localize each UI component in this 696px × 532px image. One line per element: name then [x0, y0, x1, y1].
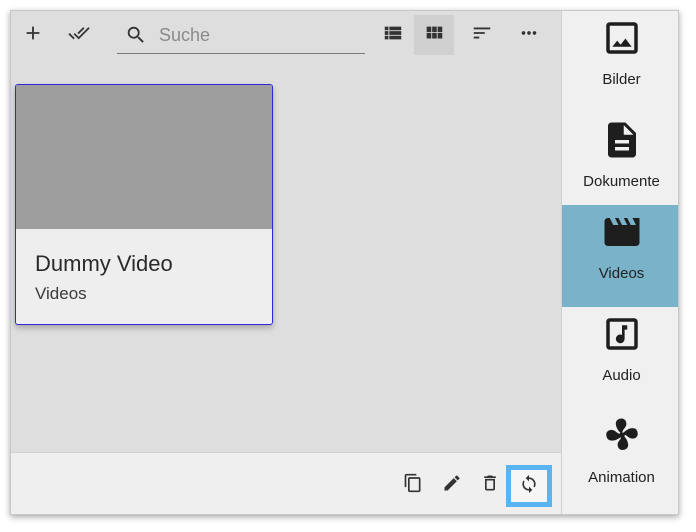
delete-button[interactable] [472, 467, 508, 503]
double-check-icon [68, 22, 90, 49]
list-view-icon [382, 22, 404, 49]
more-button[interactable] [509, 15, 549, 55]
search-icon [125, 24, 147, 46]
card-subtitle: Videos [35, 284, 87, 303]
copy-icon [403, 473, 423, 498]
add-button[interactable] [13, 15, 53, 55]
main-panel: Dummy Video Videos [11, 11, 561, 514]
bottom-action-bar [11, 452, 561, 514]
sidebar-item-label: Audio [602, 367, 641, 384]
category-sidebar: Bilder Dokumente Videos Audio Animation [561, 11, 678, 514]
image-icon [601, 17, 643, 59]
edit-button[interactable] [434, 467, 470, 503]
select-all-button[interactable] [59, 15, 99, 55]
plus-icon [22, 22, 44, 49]
copy-button[interactable] [395, 467, 431, 503]
toolbar [11, 11, 561, 59]
sidebar-item-label: Bilder [602, 71, 641, 88]
sidebar-item-videos[interactable]: Videos [562, 205, 678, 307]
document-icon [601, 119, 643, 161]
media-card[interactable]: Dummy Video Videos [15, 84, 273, 325]
trash-icon [480, 473, 500, 498]
sidebar-item-label: Videos [598, 265, 645, 282]
sidebar-item-animation[interactable]: Animation [562, 409, 678, 511]
sync-icon [519, 474, 539, 499]
grid-view-icon [423, 22, 445, 49]
sort-button[interactable] [462, 15, 502, 55]
app-window: Dummy Video Videos [10, 10, 679, 515]
pinwheel-icon [601, 415, 643, 457]
search-input[interactable] [159, 22, 359, 48]
card-title: Dummy Video [35, 251, 173, 276]
more-horizontal-icon [518, 22, 540, 49]
grid-view-button[interactable] [414, 15, 454, 55]
refresh-button[interactable] [506, 465, 552, 507]
list-view-button[interactable] [373, 15, 413, 55]
clapperboard-icon [601, 211, 643, 253]
pencil-icon [442, 473, 462, 498]
card-thumbnail [16, 85, 272, 229]
sidebar-item-label: Animation [588, 469, 655, 486]
music-note-icon [601, 313, 643, 355]
sidebar-item-bilder[interactable]: Bilder [562, 11, 678, 113]
sidebar-item-label: Dokumente [583, 173, 660, 190]
sidebar-item-dokumente[interactable]: Dokumente [562, 113, 678, 215]
search-box [117, 18, 365, 54]
sidebar-item-audio[interactable]: Audio [562, 307, 678, 409]
sort-icon [471, 22, 493, 49]
